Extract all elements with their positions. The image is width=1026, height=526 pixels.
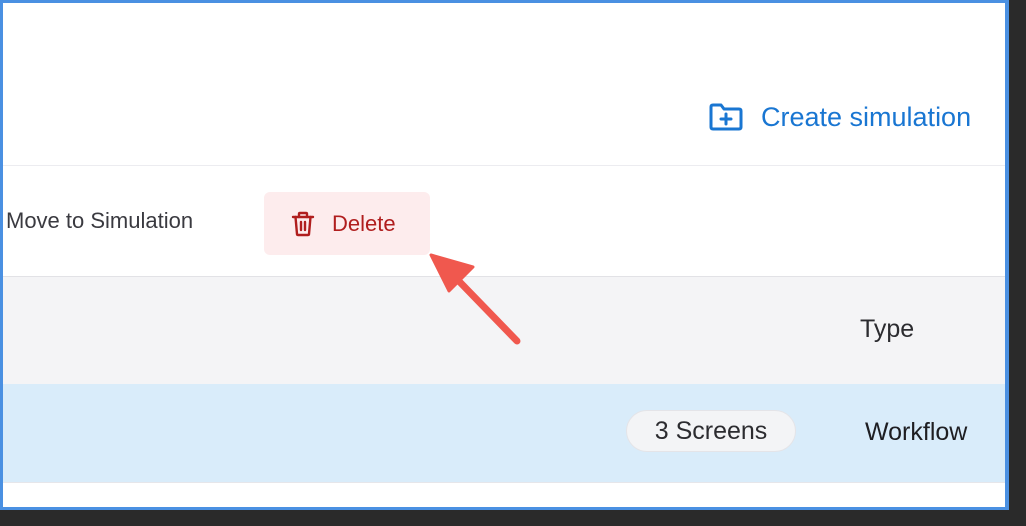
app-frame: Create simulation Move to Simulation Del… [0,0,1009,510]
column-header-type[interactable]: Type [860,315,914,344]
table-header: Type [3,276,1005,385]
create-simulation-button[interactable]: Create simulation [709,97,971,137]
table-row-next [3,482,1005,507]
create-simulation-label: Create simulation [761,101,972,132]
header-divider [3,165,1005,166]
delete-button[interactable]: Delete [264,192,430,255]
move-to-simulation-button[interactable]: Move to Simulation [6,208,193,234]
row-type-cell: Workflow [865,418,968,446]
screens-count-badge: 3 Screens [626,410,796,452]
delete-label: Delete [332,211,396,236]
trash-icon [291,211,315,242]
table-row[interactable]: 3 Screens Workflow [3,384,1005,482]
folder-plus-icon [709,103,743,131]
